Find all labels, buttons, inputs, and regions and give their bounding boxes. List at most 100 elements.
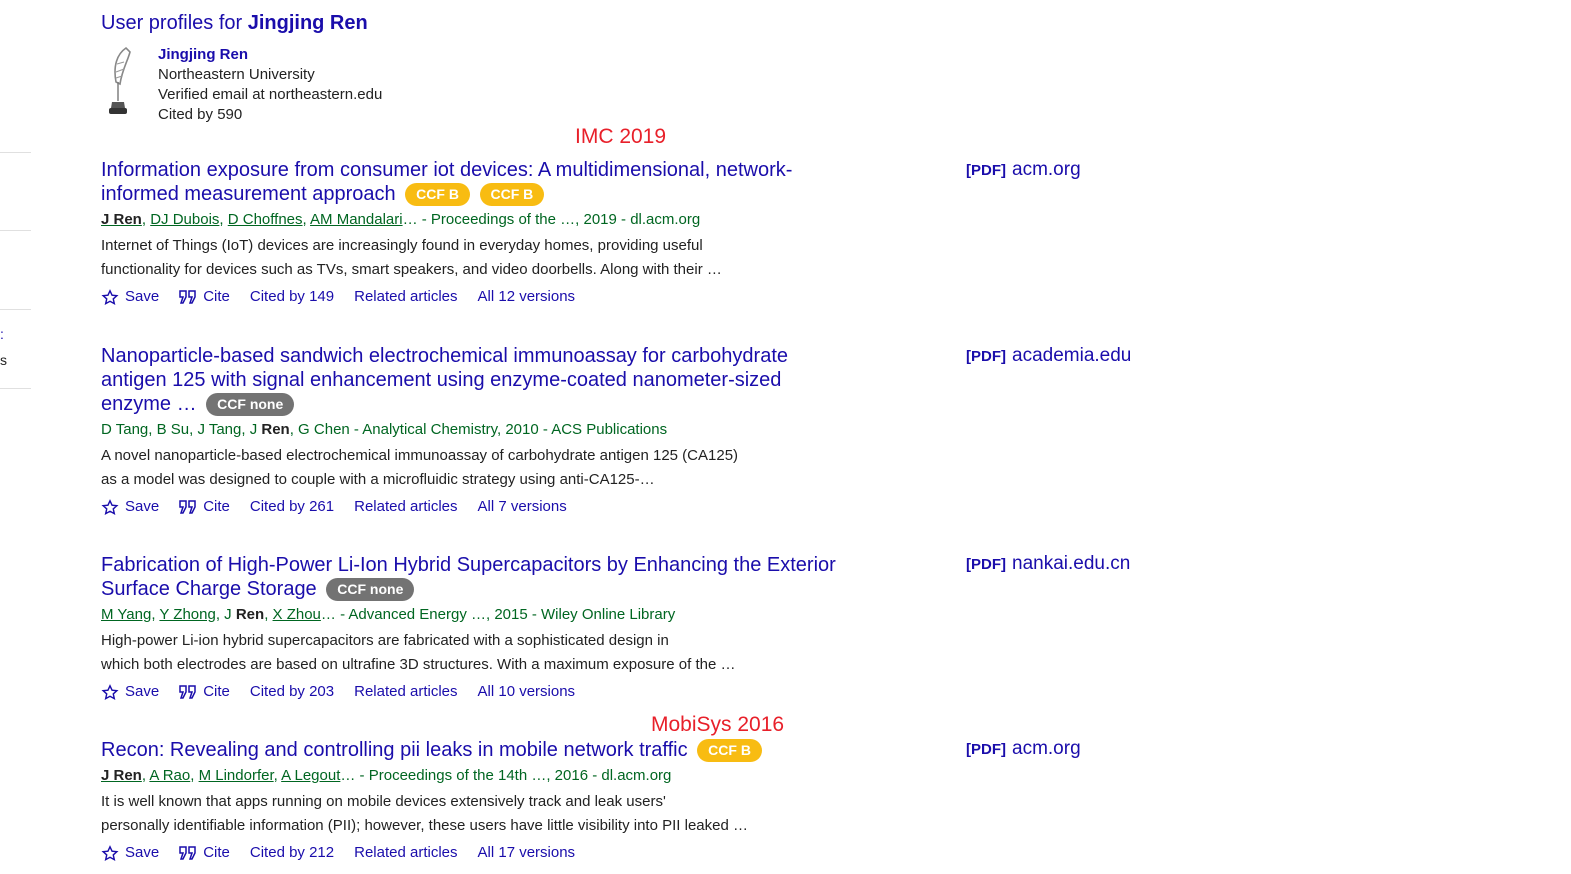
save-button[interactable]: Save [101, 497, 159, 517]
author-sep: , [302, 211, 311, 228]
result-snippet: A novel nanoparticle-based electrochemic… [101, 444, 851, 492]
author-highlight: Ren [235, 606, 265, 623]
cited-by-link[interactable]: Cited by 212 [250, 843, 334, 863]
related-articles-link[interactable]: Related articles [354, 497, 457, 517]
profile-cited-by: Cited by 590 [158, 106, 243, 123]
pdf-source: nankai.edu.cn [1012, 553, 1131, 574]
search-result: Nanoparticle-based sandwich electrochemi… [101, 344, 851, 517]
author-link[interactable]: M Yang [101, 606, 151, 623]
cite-button[interactable]: Cite [179, 287, 230, 307]
profile-name[interactable]: Jingjing Ren [158, 45, 382, 65]
cite-label: Cite [203, 288, 230, 305]
snippet-line: as a model was designed to couple with a… [101, 471, 655, 488]
author-names: D Tang, B Su, J Tang, J [101, 421, 262, 438]
related-articles-link[interactable]: Related articles [354, 843, 457, 863]
author-link[interactable]: J Ren [101, 211, 142, 228]
search-result: Recon: Revealing and controlling pii lea… [101, 738, 851, 863]
result-title-link[interactable]: Nanoparticle-based sandwich electrochemi… [101, 345, 788, 415]
cite-label: Cite [203, 844, 230, 861]
save-label: Save [125, 844, 160, 861]
author-sep: , [141, 211, 151, 228]
sidebar-divider [0, 152, 31, 153]
author-link[interactable]: A Rao [149, 767, 190, 784]
cite-label: Cite [203, 498, 230, 515]
publication-info: … - Proceedings of the …, 2019 - dl.acm.… [402, 211, 701, 228]
star-icon [101, 288, 119, 306]
author-link[interactable]: A Legout [281, 767, 340, 784]
pdf-tag: [PDF] [966, 348, 1006, 365]
author-sep: , J [215, 606, 236, 623]
result-snippet: It is well known that apps running on mo… [101, 790, 851, 838]
quote-icon [179, 290, 197, 304]
snippet-line: personally identifiable information (PII… [101, 817, 748, 834]
profile-card: Jingjing Ren Northeastern University Ver… [158, 45, 382, 125]
cite-button[interactable]: Cite [179, 497, 230, 517]
publication-info: , G Chen - Analytical Chemistry, 2010 - … [289, 421, 668, 438]
avatar[interactable] [104, 46, 136, 116]
profile-email: Verified email at northeastern.edu [158, 86, 383, 103]
author-link[interactable]: X Zhou [273, 606, 321, 623]
snippet-line: A novel nanoparticle-based electrochemic… [101, 447, 739, 464]
related-articles-link[interactable]: Related articles [354, 682, 457, 702]
cite-button[interactable]: Cite [179, 843, 230, 863]
all-versions-link[interactable]: All 12 versions [478, 287, 576, 307]
cite-button[interactable]: Cite [179, 682, 230, 702]
all-versions-link[interactable]: All 7 versions [478, 497, 567, 517]
result-snippet: High-power Li-ion hybrid supercapacitors… [101, 629, 851, 677]
venue-annotation: MobiSys 2016 [651, 713, 785, 736]
sidebar-fragment[interactable]: : [0, 326, 4, 342]
cited-by-link[interactable]: Cited by 149 [250, 287, 334, 307]
all-versions-link[interactable]: All 17 versions [478, 843, 576, 863]
author-link[interactable]: AM Mandalari [310, 211, 403, 228]
ccf-badge: CCF none [326, 578, 415, 601]
result-title-link[interactable]: Fabrication of High-Power Li-Ion Hybrid … [101, 554, 836, 600]
user-profiles-heading[interactable]: User profiles for Jingjing Ren [101, 12, 368, 35]
author-sep: , [219, 211, 228, 228]
result-actions: Save Cite Cited by 212 Related articles … [101, 843, 851, 863]
ccf-badge: CCF B [697, 739, 762, 762]
result-authors: D Tang, B Su, J Tang, J Ren, G Chen - An… [101, 420, 851, 440]
author-sep: , [190, 767, 199, 784]
ccf-badge: CCF B [479, 183, 545, 206]
snippet-line: functionality for devices such as TVs, s… [101, 261, 722, 278]
author-link[interactable]: DJ Dubois [150, 211, 219, 228]
pdf-source: acm.org [1012, 159, 1081, 180]
save-button[interactable]: Save [101, 843, 159, 863]
save-button[interactable]: Save [101, 682, 159, 702]
pdf-link[interactable]: [PDF] academia.edu [966, 345, 1131, 367]
author-link[interactable]: M Lindorfer [199, 767, 274, 784]
save-button[interactable]: Save [101, 287, 159, 307]
all-versions-link[interactable]: All 10 versions [478, 682, 576, 702]
pdf-tag: [PDF] [966, 556, 1006, 573]
author-link[interactable]: Y Zhong [159, 606, 215, 623]
result-title-link[interactable]: Recon: Revealing and controlling pii lea… [101, 739, 688, 761]
cited-by-link[interactable]: Cited by 261 [250, 497, 334, 517]
result-title: Information exposure from consumer iot d… [101, 158, 851, 206]
author-highlight: Ren [261, 421, 290, 438]
pdf-link[interactable]: [PDF] acm.org [966, 738, 1081, 760]
pdf-link[interactable]: [PDF] acm.org [966, 159, 1081, 181]
sidebar-divider [0, 388, 31, 389]
venue-annotation: IMC 2019 [575, 125, 667, 148]
sidebar-fragment: s [0, 352, 7, 368]
related-articles-link[interactable]: Related articles [354, 287, 457, 307]
result-snippet: Internet of Things (IoT) devices are inc… [101, 234, 851, 282]
quill-pen-icon [109, 46, 131, 114]
search-result: Information exposure from consumer iot d… [101, 158, 851, 307]
pdf-tag: [PDF] [966, 162, 1006, 179]
result-actions: Save Cite Cited by 261 Related articles … [101, 497, 851, 517]
pdf-link[interactable]: [PDF] nankai.edu.cn [966, 553, 1130, 575]
result-authors: J Ren, A Rao, M Lindorfer, A Legout… - P… [101, 766, 851, 786]
quote-icon [179, 846, 197, 860]
result-actions: Save Cite Cited by 203 Related articles … [101, 682, 851, 702]
publication-info: … - Advanced Energy …, 2015 - Wiley Onli… [320, 606, 676, 623]
ccf-badge: CCF B [405, 183, 470, 206]
author-link[interactable]: D Choffnes [228, 211, 303, 228]
snippet-line: It is well known that apps running on mo… [101, 793, 666, 810]
save-label: Save [125, 288, 160, 305]
user-profiles-name: Jingjing Ren [247, 12, 368, 34]
result-authors: M Yang, Y Zhong, J Ren, X Zhou… - Advanc… [101, 605, 851, 625]
cited-by-link[interactable]: Cited by 203 [250, 682, 334, 702]
result-title: Fabrication of High-Power Li-Ion Hybrid … [101, 553, 851, 601]
author-link[interactable]: J Ren [101, 767, 142, 784]
